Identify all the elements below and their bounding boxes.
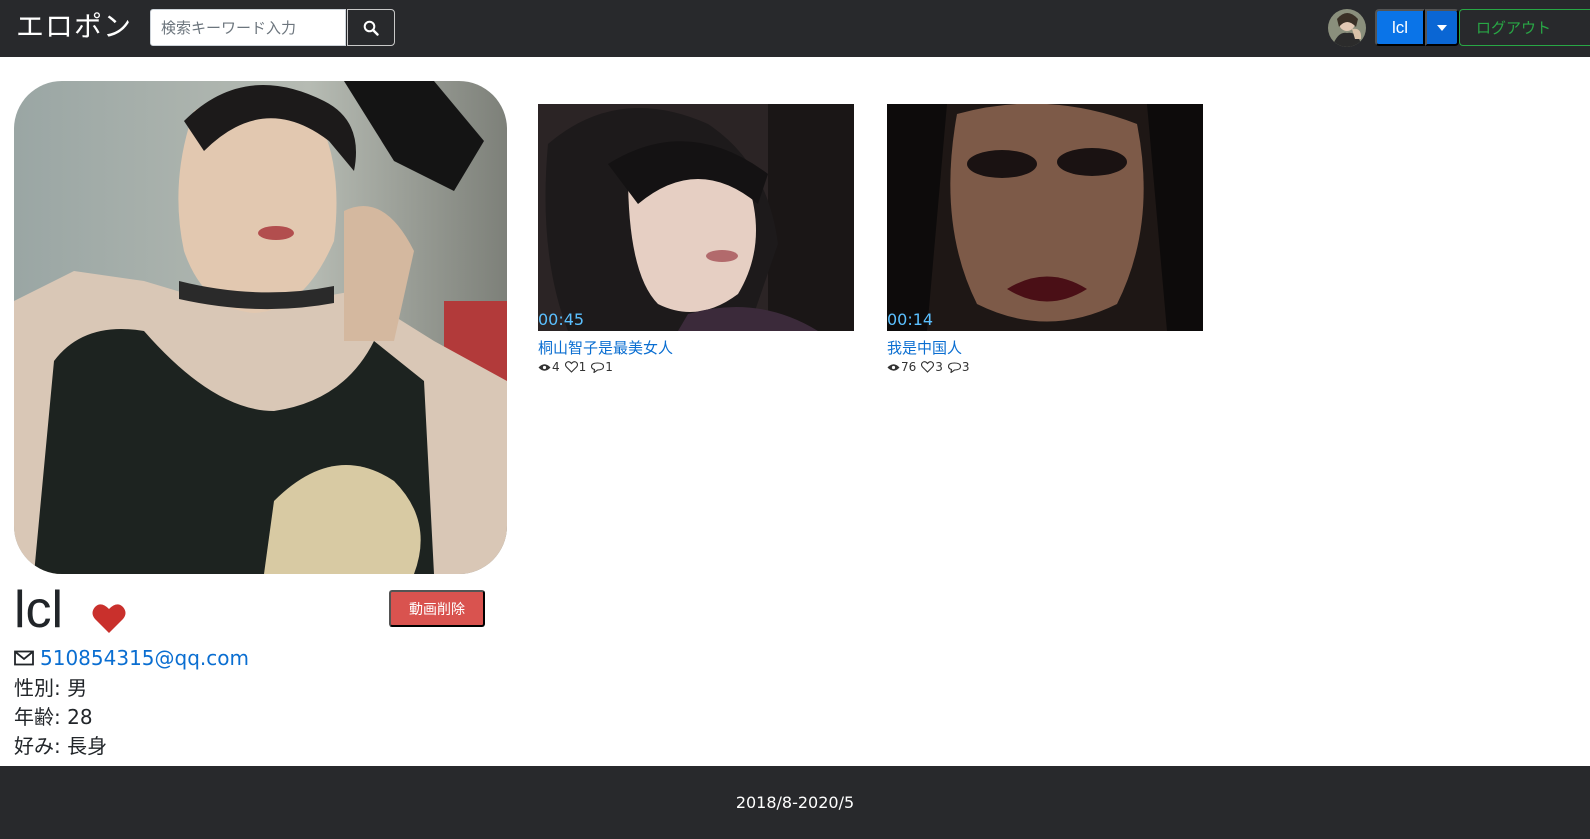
eye-icon — [538, 363, 551, 371]
video-title-link[interactable]: 桐山智子是最美女人 — [538, 338, 855, 358]
video-duration: 00:45 — [538, 310, 585, 329]
comment-icon — [947, 361, 961, 373]
video-card: 00:45 桐山智子是最美女人 4 1 1 — [538, 104, 855, 375]
brand-logo[interactable]: エロポン — [16, 8, 132, 46]
footer: 2018/8-2020/5 — [0, 766, 1590, 839]
footer-text: 2018/8-2020/5 — [735, 793, 855, 812]
video-title-link[interactable]: 我是中国人 — [887, 338, 1204, 358]
delete-video-button[interactable]: 動画削除 — [389, 590, 485, 627]
age-info: 年齢: 28 — [14, 705, 93, 729]
navbar: エロポン lcl ログアウト — [0, 0, 1590, 57]
search-button[interactable] — [347, 9, 395, 46]
caret-down-icon — [1437, 24, 1447, 31]
heart-icon[interactable] — [92, 602, 126, 634]
search-icon — [363, 20, 379, 36]
search-input[interactable] — [150, 9, 346, 46]
logout-button[interactable]: ログアウト — [1459, 9, 1590, 46]
video-duration: 00:14 — [887, 310, 934, 329]
heart-outline-icon — [921, 361, 935, 373]
username: lcl — [14, 581, 64, 639]
email-link[interactable]: 510854315@qq.com — [40, 645, 249, 671]
like-count: 3 — [935, 360, 943, 374]
video-thumbnail[interactable]: 00:45 — [538, 104, 854, 331]
comment-count: 1 — [605, 360, 613, 374]
email-row: 510854315@qq.com — [14, 645, 249, 671]
heart-outline-icon — [564, 361, 578, 373]
user-menu-button[interactable]: lcl — [1375, 9, 1425, 46]
avatar[interactable] — [1328, 9, 1366, 47]
envelope-icon — [14, 650, 34, 666]
video-stats: 76 3 3 — [887, 359, 1204, 375]
video-thumbnail[interactable]: 00:14 — [887, 104, 1203, 331]
profile-photo — [14, 81, 507, 574]
comment-count: 3 — [961, 360, 970, 374]
video-card: 00:14 我是中国人 76 3 3 — [887, 104, 1204, 375]
like-count: 1 — [578, 360, 587, 374]
comment-icon — [591, 361, 605, 373]
view-count: 4 — [552, 360, 560, 374]
eye-icon — [887, 363, 900, 371]
video-stats: 4 1 1 — [538, 359, 855, 375]
gender-info: 性別: 男 — [14, 676, 88, 700]
user-menu-toggle[interactable] — [1425, 9, 1459, 46]
view-count: 76 — [901, 360, 917, 374]
preference-info: 好み: 長身 — [14, 734, 108, 758]
